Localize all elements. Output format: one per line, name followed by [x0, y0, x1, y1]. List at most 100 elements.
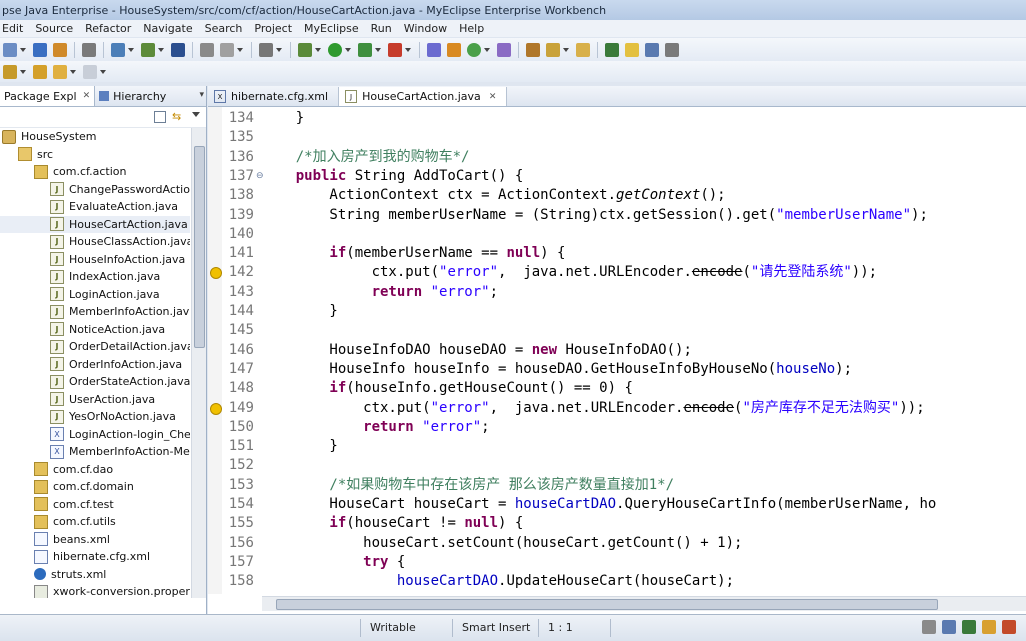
- external-tools-icon[interactable]: [388, 43, 402, 57]
- tree-item[interactable]: X LoginAction-login_Check: [0, 426, 190, 444]
- tree-item[interactable]: com.cf.utils: [0, 513, 190, 531]
- close-icon[interactable]: ✕: [489, 92, 497, 102]
- web-icon[interactable]: [220, 43, 234, 57]
- tree-item[interactable]: com.cf.domain: [0, 478, 190, 496]
- tree-item[interactable]: beans.xml: [0, 531, 190, 549]
- tree-item[interactable]: X MemberInfoAction-Mem: [0, 443, 190, 461]
- tree-item[interactable]: src: [0, 146, 190, 164]
- tab-hibernate-cfg-xml[interactable]: X hibernate.cfg.xml: [208, 87, 340, 106]
- tree-scrollbar-thumb[interactable]: [194, 146, 205, 348]
- code-token: ;: [481, 418, 490, 435]
- forward-icon[interactable]: [83, 64, 97, 79]
- tree-item[interactable]: J NoticeAction.java: [0, 321, 190, 339]
- package-icon: [34, 462, 48, 477]
- tasks-icon[interactable]: [982, 620, 996, 634]
- chevron-down-icon[interactable]: [192, 112, 200, 117]
- print-icon[interactable]: [82, 43, 96, 57]
- run-icon[interactable]: [328, 43, 342, 57]
- menu-navigate[interactable]: Navigate: [137, 22, 198, 35]
- menu-project[interactable]: Project: [248, 22, 298, 35]
- line-number: 157: [228, 553, 254, 570]
- tree-item[interactable]: J UserAction.java: [0, 391, 190, 409]
- code-token: public: [262, 167, 355, 184]
- save-icon[interactable]: [33, 43, 47, 57]
- wizard-icon[interactable]: [200, 43, 214, 57]
- menu-source[interactable]: Source: [29, 22, 79, 35]
- next-annotation-icon[interactable]: [3, 64, 17, 79]
- code-token: String AddToCart() {: [354, 167, 524, 184]
- tree-item[interactable]: J HouseClassAction.java: [0, 233, 190, 251]
- menu-myeclipse[interactable]: MyEclipse: [298, 22, 365, 35]
- previous-annotation-icon[interactable]: [33, 64, 47, 79]
- tree-item[interactable]: com.cf.dao: [0, 461, 190, 479]
- code-token: String memberUserName = (String)ctx.getS…: [262, 206, 777, 223]
- code-token: HouseCart houseCart =: [262, 496, 515, 512]
- tree-item[interactable]: com.cf.action: [0, 163, 190, 181]
- tree-item-label: src: [37, 147, 54, 161]
- collapse-all-icon[interactable]: [154, 111, 166, 123]
- tree-item[interactable]: xwork-conversion.propertie: [0, 583, 190, 598]
- editor-scrollbar-thumb[interactable]: [276, 599, 938, 610]
- tree-scrollbar[interactable]: [191, 128, 206, 598]
- tree-item[interactable]: struts.xml: [0, 566, 190, 584]
- tab-package-explorer[interactable]: Package Expl ✕: [0, 86, 96, 106]
- tree-item[interactable]: J MemberInfoAction.java: [0, 303, 190, 321]
- server-icon[interactable]: [141, 43, 155, 57]
- new-package-icon[interactable]: [427, 43, 441, 57]
- toggle-mark-icon[interactable]: [625, 43, 639, 57]
- new-icon[interactable]: [3, 43, 17, 57]
- progress-icon[interactable]: [942, 620, 956, 634]
- editor-horizontal-scrollbar[interactable]: [262, 596, 1026, 611]
- tree-item[interactable]: J YesOrNoAction.java: [0, 408, 190, 426]
- tree-item[interactable]: hibernate.cfg.xml: [0, 548, 190, 566]
- tree-item[interactable]: J LoginAction.java: [0, 286, 190, 304]
- code-text-area[interactable]: } /*加入房产到我的购物车*/ public String AddToCart…: [262, 107, 1026, 594]
- run-tools-icon[interactable]: [358, 43, 372, 57]
- open-folder-icon[interactable]: [576, 43, 590, 57]
- menu-window[interactable]: Window: [398, 22, 453, 35]
- tab-housecartaction-java[interactable]: J HouseCartAction.java ✕: [339, 87, 508, 106]
- tree-item[interactable]: J ChangePasswordAction.j: [0, 181, 190, 199]
- error-log-icon[interactable]: [1002, 620, 1016, 634]
- new-enum-icon[interactable]: [497, 43, 511, 57]
- tab-hierarchy[interactable]: Hierarchy: [95, 86, 170, 106]
- close-icon[interactable]: ✕: [83, 91, 91, 101]
- tree-item[interactable]: J OrderDetailAction.java: [0, 338, 190, 356]
- new-class-icon[interactable]: [447, 43, 461, 57]
- code-token: , java.net.URLEncoder.: [489, 399, 684, 416]
- open-type-icon[interactable]: [53, 43, 67, 57]
- tree-item[interactable]: J IndexAction.java: [0, 268, 190, 286]
- tree-item[interactable]: J HouseInfoAction.java: [0, 251, 190, 269]
- tree-item[interactable]: J OrderInfoAction.java: [0, 356, 190, 374]
- warning-icon[interactable]: [210, 267, 222, 280]
- status-bar: Writable Smart Insert 1 : 1: [0, 614, 1026, 641]
- package-explorer-toolbar: ⇆: [0, 107, 206, 128]
- view-menu-icon[interactable]: ▾: [199, 90, 204, 100]
- block-selection-icon[interactable]: [645, 43, 659, 57]
- menu-search[interactable]: Search: [199, 22, 249, 35]
- search-icon[interactable]: [546, 43, 560, 57]
- tree-item[interactable]: HouseSystem: [0, 128, 190, 146]
- show-whitespace-icon[interactable]: [665, 43, 679, 57]
- menu-help[interactable]: Help: [453, 22, 490, 35]
- pin-icon[interactable]: [605, 43, 619, 57]
- warning-icon[interactable]: [210, 402, 222, 415]
- browser-icon[interactable]: [171, 43, 185, 57]
- debug-icon[interactable]: [298, 43, 312, 57]
- terminal-icon[interactable]: [259, 43, 273, 57]
- code-token: ));: [899, 399, 925, 416]
- back-icon[interactable]: [53, 64, 67, 79]
- new-interface-icon[interactable]: [467, 43, 481, 57]
- deploy-icon[interactable]: [111, 43, 125, 57]
- menu-edit[interactable]: Edit: [0, 22, 29, 35]
- menu-refactor[interactable]: Refactor: [79, 22, 137, 35]
- heap-icon[interactable]: [922, 620, 936, 634]
- tree-item[interactable]: J HouseCartAction.java: [0, 215, 190, 233]
- menu-run[interactable]: Run: [365, 22, 398, 35]
- updates-icon[interactable]: [962, 620, 976, 634]
- tree-item[interactable]: J EvaluateAction.java: [0, 198, 190, 216]
- open-task-icon[interactable]: [526, 43, 540, 57]
- tree-item[interactable]: com.cf.test: [0, 496, 190, 514]
- link-editor-icon[interactable]: ⇆: [172, 110, 184, 123]
- tree-item[interactable]: J OrderStateAction.java: [0, 373, 190, 391]
